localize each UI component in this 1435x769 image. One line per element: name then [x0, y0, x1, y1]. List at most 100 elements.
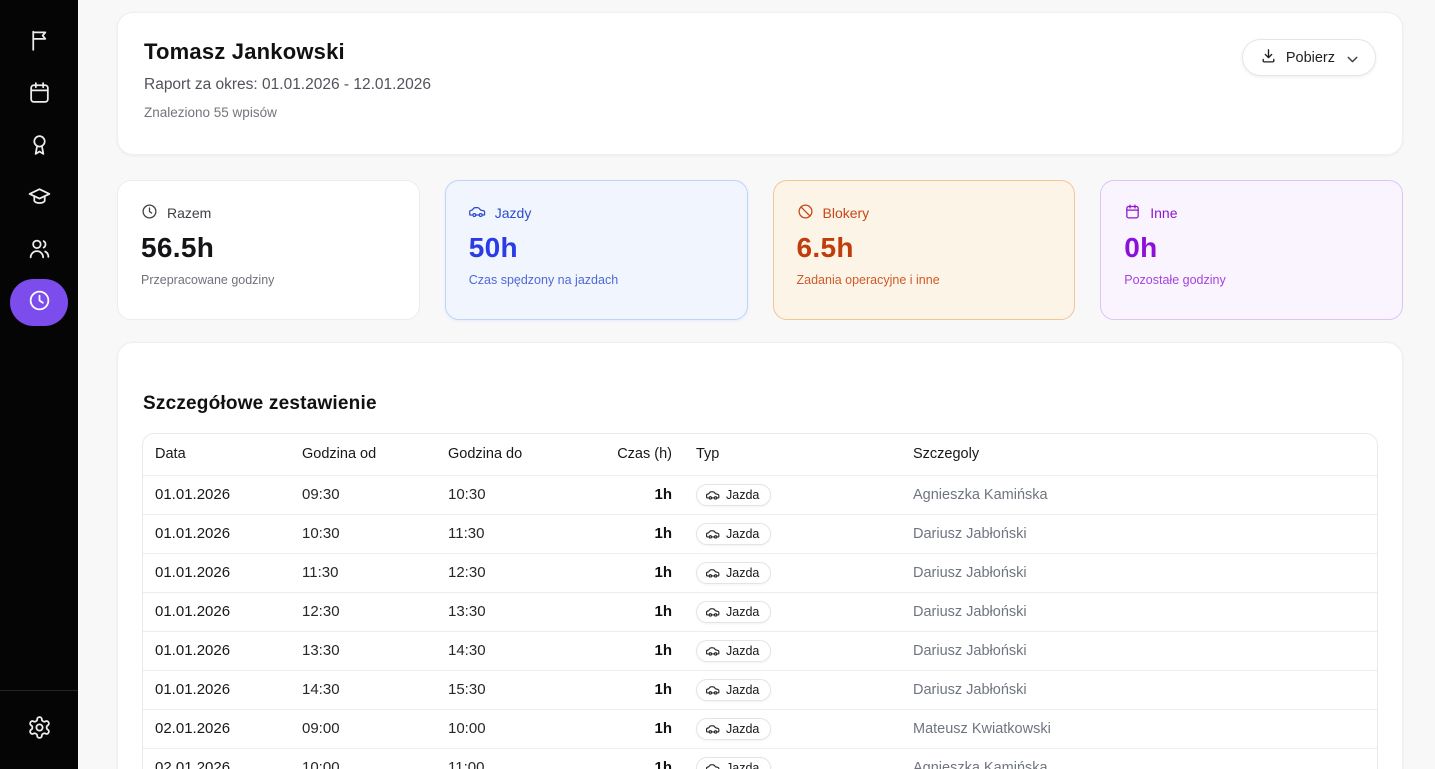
cell-time-from: 09:30 — [290, 475, 436, 514]
download-button[interactable]: Pobierz — [1242, 39, 1376, 76]
type-badge: Jazda — [696, 679, 771, 701]
type-badge: Jazda — [696, 523, 771, 545]
detail-table-card: Szczegółowe zestawienie Data Godzina od … — [117, 342, 1403, 769]
table-row: 01.01.2026 12:30 13:30 1h Jazda Dariusz … — [143, 592, 1377, 631]
stat-card-blokery-header: Blokery — [797, 203, 1052, 223]
type-badge-label: Jazda — [726, 566, 759, 580]
chevron-down-icon — [1344, 51, 1358, 65]
download-icon — [1260, 47, 1277, 68]
table-container: Data Godzina od Godzina do Czas (h) Typ … — [142, 433, 1378, 769]
cell-type: Jazda — [684, 553, 901, 592]
calendar-icon — [27, 80, 52, 110]
cell-time-to: 11:30 — [436, 514, 583, 553]
car-icon — [706, 644, 720, 658]
stat-description: Czas spędzony na jazdach — [469, 273, 724, 287]
table-row: 01.01.2026 13:30 14:30 1h Jazda Dariusz … — [143, 631, 1377, 670]
cell-details: Dariusz Jabłoński — [901, 553, 1377, 592]
type-badge-label: Jazda — [726, 722, 759, 736]
table-row: 01.01.2026 14:30 15:30 1h Jazda Dariusz … — [143, 670, 1377, 709]
cell-time-to: 11:00 — [436, 748, 583, 769]
cell-time-from: 12:30 — [290, 592, 436, 631]
cell-date: 02.01.2026 — [143, 748, 290, 769]
stat-value: 6.5h — [797, 232, 1052, 264]
ban-icon — [797, 203, 814, 223]
users-icon — [27, 236, 52, 266]
cell-duration: 1h — [583, 670, 684, 709]
cell-time-from: 11:30 — [290, 553, 436, 592]
table-title: Szczegółowe zestawienie — [143, 393, 1378, 415]
car-icon — [706, 683, 720, 697]
cell-date: 01.01.2026 — [143, 670, 290, 709]
cell-time-to: 15:30 — [436, 670, 583, 709]
sidebar-item-flag[interactable] — [10, 19, 68, 66]
cell-date: 02.01.2026 — [143, 709, 290, 748]
clock-icon — [141, 203, 158, 223]
graduation-cap-icon — [27, 184, 52, 214]
gear-icon — [27, 715, 52, 745]
stat-card-inne-header: Inne — [1124, 203, 1379, 223]
stat-card-jazdy-header: Jazdy — [469, 203, 724, 223]
cell-date: 01.01.2026 — [143, 475, 290, 514]
table-body: 01.01.2026 09:30 10:30 1h Jazda Agnieszk… — [143, 475, 1377, 769]
stat-label: Blokery — [823, 205, 870, 221]
car-icon — [706, 722, 720, 736]
cell-type: Jazda — [684, 514, 901, 553]
sidebar — [0, 0, 78, 769]
column-header-data: Data — [143, 434, 290, 475]
type-badge-label: Jazda — [726, 605, 759, 619]
column-header-godzina-do: Godzina do — [436, 434, 583, 475]
cell-time-to: 14:30 — [436, 631, 583, 670]
sidebar-item-settings[interactable] — [10, 707, 68, 754]
type-badge-label: Jazda — [726, 761, 759, 769]
car-icon — [706, 761, 720, 769]
table-header-row: Data Godzina od Godzina do Czas (h) Typ … — [143, 434, 1377, 475]
main-content: Tomasz Jankowski Raport za okres: 01.01.… — [78, 0, 1435, 769]
table-row: 01.01.2026 10:30 11:30 1h Jazda Dariusz … — [143, 514, 1377, 553]
table-row: 02.01.2026 10:00 11:00 1h Jazda Agnieszk… — [143, 748, 1377, 769]
report-period: Raport za okres: 01.01.2026 - 12.01.2026 — [144, 76, 431, 94]
type-badge: Jazda — [696, 757, 771, 769]
column-header-godzina-od: Godzina od — [290, 434, 436, 475]
cell-time-from: 10:30 — [290, 514, 436, 553]
sidebar-item-calendar[interactable] — [10, 71, 68, 118]
cell-type: Jazda — [684, 475, 901, 514]
cell-time-to: 10:30 — [436, 475, 583, 514]
sidebar-item-time-active[interactable] — [10, 279, 68, 326]
cell-details: Dariusz Jabłoński — [901, 514, 1377, 553]
award-icon — [27, 132, 52, 162]
cell-type: Jazda — [684, 709, 901, 748]
car-icon — [706, 566, 720, 580]
stat-label: Inne — [1150, 205, 1177, 221]
sidebar-item-award[interactable] — [10, 123, 68, 170]
cell-type: Jazda — [684, 592, 901, 631]
cell-type: Jazda — [684, 748, 901, 769]
cell-duration: 1h — [583, 514, 684, 553]
table-row: 02.01.2026 09:00 10:00 1h Jazda Mateusz … — [143, 709, 1377, 748]
cell-details: Dariusz Jabłoński — [901, 592, 1377, 631]
cell-duration: 1h — [583, 592, 684, 631]
cell-time-from: 10:00 — [290, 748, 436, 769]
cell-date: 01.01.2026 — [143, 592, 290, 631]
report-header-card: Tomasz Jankowski Raport za okres: 01.01.… — [117, 12, 1403, 155]
stat-card-inne: Inne 0h Pozostałe godziny — [1100, 180, 1403, 320]
cell-time-from: 13:30 — [290, 631, 436, 670]
cell-duration: 1h — [583, 748, 684, 769]
entries-table: Data Godzina od Godzina do Czas (h) Typ … — [143, 434, 1377, 769]
cell-details: Agnieszka Kamińska — [901, 748, 1377, 769]
car-icon — [706, 488, 720, 502]
sidebar-footer — [0, 690, 78, 769]
clock-icon — [27, 288, 52, 318]
download-button-label: Pobierz — [1286, 50, 1335, 66]
cell-type: Jazda — [684, 631, 901, 670]
cell-date: 01.01.2026 — [143, 553, 290, 592]
stat-card-blokery: Blokery 6.5h Zadania operacyjne i inne — [773, 180, 1076, 320]
type-badge: Jazda — [696, 562, 771, 584]
stat-card-razem: Razem 56.5h Przepracowane godziny — [117, 180, 420, 320]
stat-label: Razem — [167, 205, 211, 221]
type-badge: Jazda — [696, 484, 771, 506]
cell-details: Mateusz Kwiatkowski — [901, 709, 1377, 748]
cell-details: Dariusz Jabłoński — [901, 670, 1377, 709]
type-badge: Jazda — [696, 640, 771, 662]
sidebar-item-users[interactable] — [10, 227, 68, 274]
sidebar-item-education[interactable] — [10, 175, 68, 222]
